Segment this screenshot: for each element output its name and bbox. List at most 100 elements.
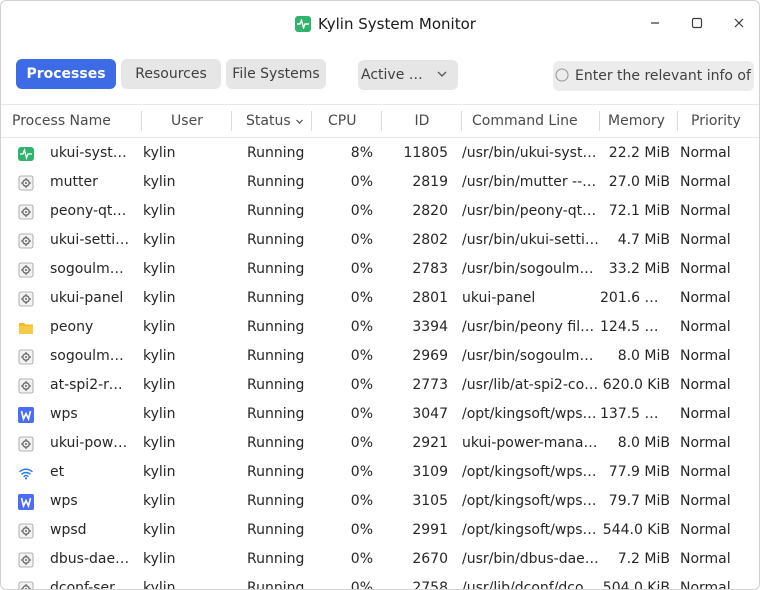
process-command-line: /usr/bin/ukui-setti… — [462, 232, 599, 248]
column-label: Priority — [691, 113, 741, 129]
generic-process-icon — [18, 233, 34, 249]
process-status: Running — [247, 319, 305, 335]
table-row[interactable]: sogoulm… kylin Running 0% 2969/usr/bin/sogou… — [1, 342, 759, 371]
process-memory: 124.5 MiB — [600, 319, 670, 335]
process-name: peony-qt-… — [50, 203, 130, 219]
process-name: at-spi2-re… — [50, 377, 130, 393]
process-user: kylin — [143, 261, 176, 277]
table-row[interactable]: wps kylin Running 0% 3105/opt/kingsoft/wps-…… — [1, 487, 759, 516]
process-priority: Normal — [680, 493, 731, 509]
tab-resources[interactable]: Resources — [121, 59, 221, 89]
tab-file-systems[interactable]: File Systems — [226, 59, 326, 89]
process-memory: 27.0 MiB — [608, 174, 670, 190]
wps-icon — [18, 494, 34, 510]
minimize-button[interactable] — [639, 9, 671, 37]
column-label: CPU — [328, 113, 357, 129]
process-status: Running — [247, 174, 305, 190]
process-name: wpsd — [50, 522, 87, 538]
process-memory: 201.6 MiB — [600, 290, 670, 306]
table-row[interactable]: ukui-setti… kylin Running 0% 2802/usr/bin/uk… — [1, 226, 759, 255]
process-cpu: 0% — [350, 406, 373, 422]
column-header-priority[interactable]: Priority — [678, 105, 759, 137]
table-row[interactable]: wpsd kylin Running 0% 2991/opt/kingsoft/wps-… — [1, 516, 759, 545]
process-name: wps — [50, 493, 78, 509]
process-name: peony — [50, 319, 94, 335]
process-user: kylin — [143, 551, 176, 567]
process-id: 2991 — [412, 522, 448, 538]
process-id: 11805 — [403, 145, 448, 161]
generic-process-icon — [18, 175, 34, 191]
column-header-cpu[interactable]: CPU — [312, 105, 382, 137]
process-cpu: 0% — [350, 551, 373, 567]
table-row[interactable]: peony kylin Running 0% 3394/usr/bin/peony fi… — [1, 313, 759, 342]
process-user: kylin — [143, 435, 176, 451]
process-command-line: /usr/bin/mutter --… — [462, 174, 597, 190]
process-command-line: /usr/lib/dconf/dco… — [462, 580, 598, 589]
table-row[interactable]: at-spi2-re… kylin Running 0% 2773/usr/lib/at… — [1, 371, 759, 400]
close-button[interactable] — [723, 9, 755, 37]
column-header-command-line[interactable]: Command Line — [462, 105, 600, 137]
column-header-user[interactable]: User — [142, 105, 232, 137]
process-cpu: 0% — [350, 290, 373, 306]
process-priority: Normal — [680, 406, 731, 422]
column-header-status[interactable]: Status — [232, 105, 312, 137]
table-row[interactable]: ukui-syst… kylin Running 8% 11805/usr/bin/uk… — [1, 139, 759, 168]
table-row[interactable]: dconf-ser… kylin Running 0% 2758/usr/lib/dco… — [1, 574, 759, 589]
maximize-icon — [691, 17, 703, 29]
process-user: kylin — [143, 580, 176, 589]
column-header-id[interactable]: ID — [382, 105, 462, 137]
process-priority: Normal — [680, 232, 731, 248]
table-header: Process Name User Status CPU ID Command … — [1, 104, 759, 138]
process-status: Running — [247, 435, 305, 451]
column-header-memory[interactable]: Memory — [600, 105, 678, 137]
process-cpu: 0% — [350, 232, 373, 248]
close-icon — [734, 18, 744, 28]
system-monitor-icon — [295, 16, 311, 32]
process-memory: 504.0 KiB — [602, 580, 670, 589]
process-status: Running — [247, 377, 305, 393]
table-row[interactable]: et kylin Running 0% 3109/opt/kingsoft/wps-… 7… — [1, 458, 759, 487]
process-cpu: 0% — [350, 174, 373, 190]
search-box[interactable] — [553, 61, 754, 91]
minimize-icon — [651, 22, 659, 24]
table-row[interactable]: ukui-panel kylin Running 0% 2801 ukui-panel 20… — [1, 284, 759, 313]
table-row[interactable]: wps kylin Running 0% 3047/opt/kingsoft/wps-…… — [1, 400, 759, 429]
process-id: 2758 — [412, 580, 448, 589]
process-status: Running — [247, 551, 305, 567]
table-row[interactable]: sogoulm… kylin Running 0% 2783/usr/bin/sogou… — [1, 255, 759, 284]
process-command-line: /opt/kingsoft/wps-… — [462, 406, 600, 422]
process-cpu: 0% — [350, 261, 373, 277]
process-cpu: 8% — [350, 145, 373, 161]
search-input[interactable] — [571, 68, 754, 84]
maximize-button[interactable] — [681, 9, 713, 37]
process-name: dconf-ser… — [50, 580, 129, 589]
column-label: ID — [414, 113, 430, 129]
process-status: Running — [247, 406, 305, 422]
process-user: kylin — [143, 319, 176, 335]
tab-processes[interactable]: Processes — [16, 59, 116, 89]
table-row[interactable]: peony-qt-… kylin Running 0% 2820/usr/bin/peo… — [1, 197, 759, 226]
process-status: Running — [247, 232, 305, 248]
process-id: 3109 — [412, 464, 448, 480]
process-priority: Normal — [680, 348, 731, 364]
process-status: Running — [247, 348, 305, 364]
table-row[interactable]: dbus-dae… kylin Running 0% 2670/usr/bin/dbus… — [1, 545, 759, 574]
column-label: User — [171, 113, 203, 129]
process-priority: Normal — [680, 261, 731, 277]
process-status: Running — [247, 203, 305, 219]
process-name: ukui-setti… — [50, 232, 130, 248]
process-id: 2783 — [412, 261, 448, 277]
process-id: 2801 — [412, 290, 448, 306]
table-row[interactable]: mutter kylin Running 0% 2819/usr/bin/mutter … — [1, 168, 759, 197]
table-row[interactable]: ukui-pow… kylin Running 0% 2921 ukui-power-ma… — [1, 429, 759, 458]
title-bar[interactable]: Kylin System Monitor — [1, 1, 759, 47]
process-user: kylin — [143, 522, 176, 538]
process-command-line: /opt/kingsoft/wps-… — [462, 522, 600, 538]
generic-process-icon — [18, 291, 34, 307]
process-priority: Normal — [680, 580, 731, 589]
process-filter-dropdown[interactable]: Active … — [358, 60, 458, 90]
process-user: kylin — [143, 377, 176, 393]
process-command-line: ukui-power-mana… — [462, 435, 598, 451]
column-header-process-name[interactable]: Process Name — [1, 105, 142, 137]
wps-icon — [18, 407, 34, 423]
